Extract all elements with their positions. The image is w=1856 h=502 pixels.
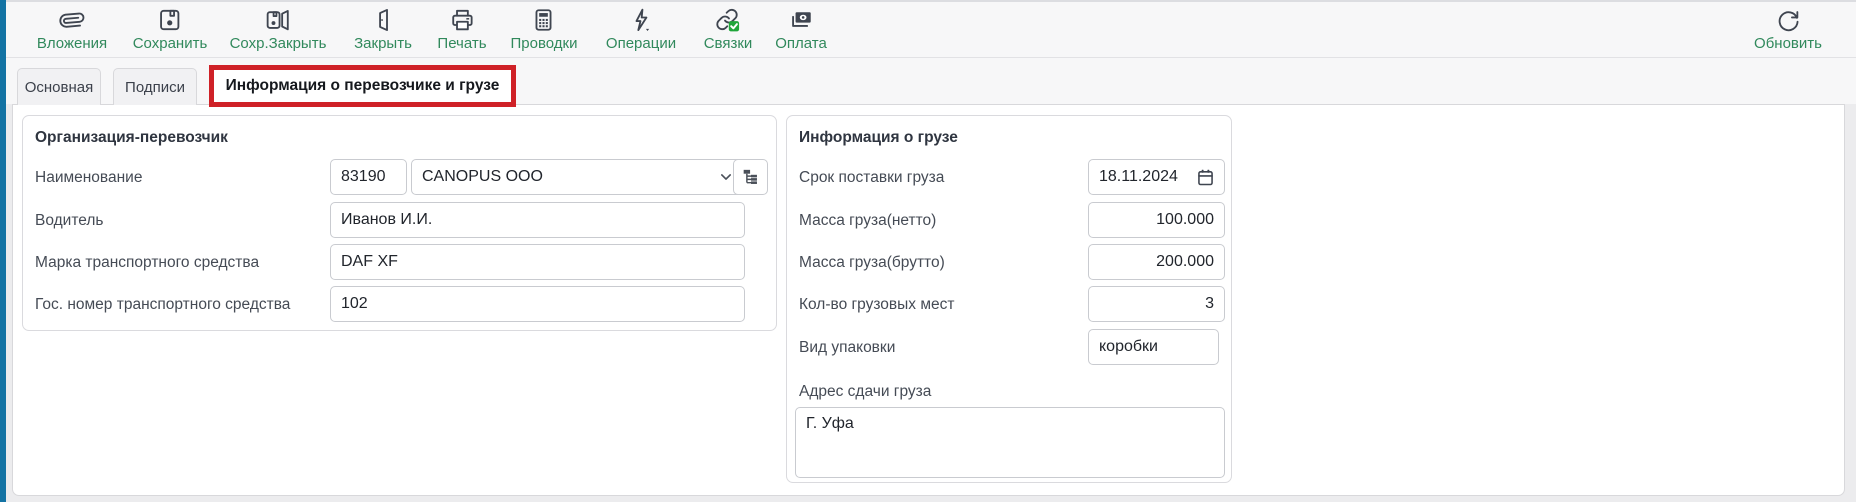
calendar-icon	[1195, 167, 1216, 188]
toolbar-button-print[interactable]: Печать	[437, 7, 486, 52]
tab-content-panel: Организация-перевозчик Наименование CANO…	[12, 104, 1845, 496]
delivery-address-textarea[interactable]: Г. Уфа	[795, 407, 1225, 478]
cargo-groupbox: Информация о грузе Срок поставки груза 1…	[786, 115, 1232, 483]
toolbar-button-label: Закрыть	[354, 35, 412, 52]
banknote-icon	[788, 7, 814, 33]
carrier-name-select[interactable]: CANOPUS ООО	[411, 159, 745, 195]
tab-carrier-cargo-info[interactable]: Информация о перевозчике и грузе	[209, 65, 516, 107]
gross-weight-label: Масса груза(брутто)	[799, 254, 945, 272]
toolbar-button-label: Связки	[704, 35, 753, 52]
tab-signatures[interactable]: Подписи	[113, 68, 197, 105]
left-accent-stripe	[0, 0, 6, 502]
driver-input[interactable]	[330, 202, 745, 238]
vehicle-number-input[interactable]	[330, 286, 745, 322]
lightning-icon	[628, 7, 654, 33]
printer-icon	[449, 7, 475, 33]
save-icon	[157, 7, 183, 33]
driver-label: Водитель	[35, 212, 103, 230]
toolbar-button-label: Сохр.Закрыть	[230, 35, 327, 52]
toolbar-button-close[interactable]: Закрыть	[354, 7, 412, 52]
package-type-input[interactable]	[1088, 329, 1219, 365]
carrier-name-label: Наименование	[35, 169, 142, 187]
toolbar-button-save[interactable]: Сохранить	[133, 7, 208, 52]
save-close-icon	[265, 7, 291, 33]
cargo-places-label: Кол-во грузовых мест	[799, 296, 954, 314]
toolbar-button-label: Операции	[606, 35, 676, 52]
tab-main[interactable]: Основная	[17, 68, 101, 105]
carrier-code-input[interactable]	[330, 159, 407, 195]
toolbar-button-label: Печать	[437, 35, 486, 52]
tab-label: Основная	[25, 79, 94, 96]
net-weight-input[interactable]	[1088, 202, 1225, 238]
package-type-label: Вид упаковки	[799, 339, 895, 357]
toolbar-button-operations[interactable]: Операции	[606, 7, 676, 52]
toolbar-button-save-close[interactable]: Сохр.Закрыть	[230, 7, 327, 52]
toolbar-button-links[interactable]: Связки	[704, 7, 753, 52]
carrier-section-title: Организация-перевозчик	[35, 129, 228, 147]
cargo-places-input[interactable]	[1088, 286, 1225, 322]
tab-label: Информация о перевозчике и грузе	[226, 77, 500, 95]
carrier-hierarchy-button[interactable]	[733, 159, 768, 195]
vehicle-make-input[interactable]	[330, 244, 745, 280]
toolbar-button-label: Проводки	[511, 35, 578, 52]
delivery-date-label: Срок поставки груза	[799, 169, 944, 187]
toolbar-button-refresh[interactable]: Обновить	[1754, 7, 1822, 52]
toolbar: Вложения Сохранить Сохр.Закрыть Закрыть …	[0, 0, 1856, 58]
vehicle-make-label: Марка транспортного средства	[35, 254, 259, 272]
window-top-edge	[0, 0, 1856, 2]
carrier-name-value: CANOPUS ООО	[422, 168, 543, 186]
toolbar-button-label: Обновить	[1754, 35, 1822, 52]
calculator-icon	[531, 7, 557, 33]
delivery-address-label: Адрес сдачи груза	[799, 383, 931, 401]
toolbar-button-attachments[interactable]: Вложения	[37, 7, 107, 52]
close-door-icon	[370, 7, 396, 33]
delivery-date-input[interactable]: 18.11.2024	[1088, 159, 1225, 195]
toolbar-button-payment[interactable]: Оплата	[775, 7, 827, 52]
toolbar-button-label: Оплата	[775, 35, 827, 52]
vehicle-number-label: Гос. номер транспортного средства	[35, 296, 290, 314]
toolbar-button-label: Сохранить	[133, 35, 208, 52]
cargo-section-title: Информация о грузе	[799, 129, 958, 147]
tab-label: Подписи	[125, 79, 185, 96]
carrier-groupbox: Организация-перевозчик Наименование CANO…	[22, 115, 777, 331]
refresh-icon	[1775, 7, 1801, 33]
gross-weight-input[interactable]	[1088, 244, 1225, 280]
chain-links-check-icon	[715, 7, 741, 33]
paperclip-icon	[59, 7, 85, 33]
toolbar-button-postings[interactable]: Проводки	[511, 7, 578, 52]
toolbar-button-label: Вложения	[37, 35, 107, 52]
tree-hierarchy-icon	[740, 166, 762, 188]
delivery-date-value: 18.11.2024	[1099, 168, 1178, 186]
net-weight-label: Масса груза(нетто)	[799, 212, 936, 230]
